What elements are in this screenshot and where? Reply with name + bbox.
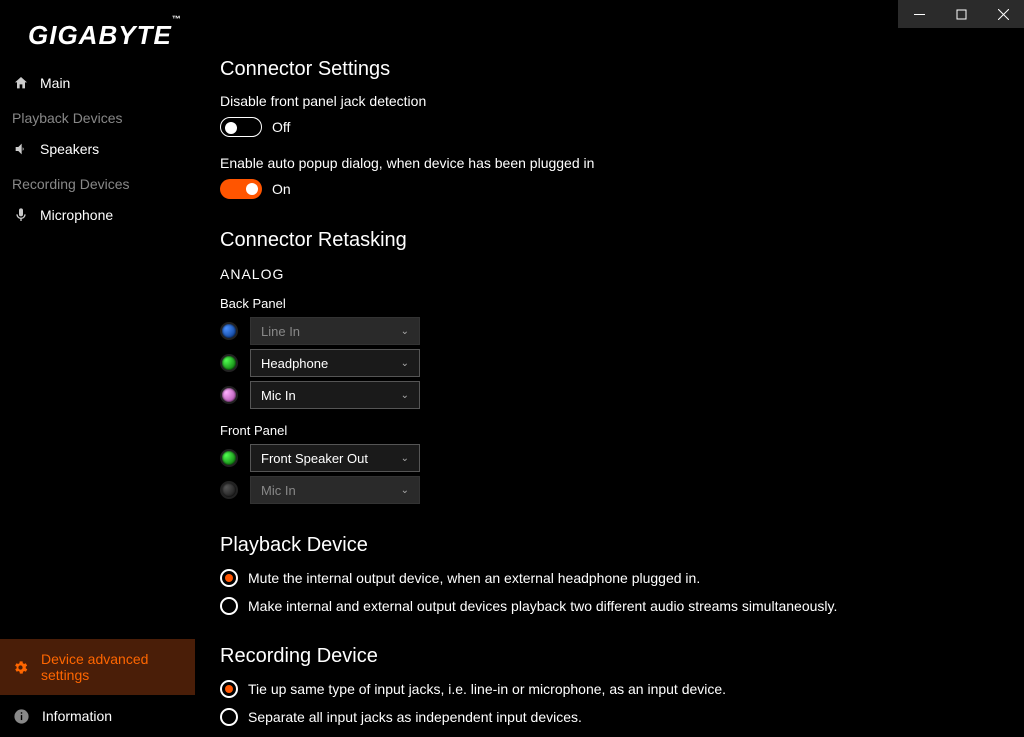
section-title: Playback Device <box>220 534 994 557</box>
analog-subhead: ANALOG <box>220 266 994 282</box>
brand-logo: GIGABYTE™ <box>28 20 182 51</box>
sidebar-item-label: Speakers <box>40 141 99 157</box>
section-connector-settings: Connector Settings Disable front panel j… <box>220 58 994 199</box>
back-panel-label: Back Panel <box>220 296 994 311</box>
chevron-down-icon: ⌄ <box>401 453 409 464</box>
home-icon <box>12 74 30 92</box>
dropdown-mic-in[interactable]: Mic In ⌄ <box>250 381 420 409</box>
nav-device-advanced-settings[interactable]: Device advanced settings <box>0 639 195 695</box>
info-icon <box>12 707 30 725</box>
section-title: Recording Device <box>220 645 994 668</box>
speaker-icon <box>12 140 30 158</box>
nav-label: Information <box>42 708 112 724</box>
dropdown-value: Mic In <box>261 388 296 403</box>
sidebar-item-label: Main <box>40 75 70 91</box>
chevron-down-icon: ⌄ <box>401 485 409 496</box>
section-playback-device: Playback Device Mute the internal output… <box>220 534 994 615</box>
toggle-disable-front-jack[interactable] <box>220 117 262 137</box>
section-title: Connector Retasking <box>220 229 994 252</box>
radio-label: Tie up same type of input jacks, i.e. li… <box>248 681 726 697</box>
jack-blue-icon <box>220 322 238 340</box>
sidebar: Main Playback Devices Speakers Recording… <box>0 66 195 232</box>
dropdown-headphone[interactable]: Headphone ⌄ <box>250 349 420 377</box>
dropdown-value: Line In <box>261 324 300 339</box>
section-title: Connector Settings <box>220 58 994 81</box>
radio-recording-tie[interactable] <box>220 680 238 698</box>
microphone-icon <box>12 206 30 224</box>
jack-green-icon <box>220 354 238 372</box>
jack-green-icon <box>220 449 238 467</box>
radio-recording-separate[interactable] <box>220 708 238 726</box>
sidebar-item-microphone[interactable]: Microphone <box>0 198 195 232</box>
radio-playback-separate[interactable] <box>220 597 238 615</box>
sidebar-item-label: Microphone <box>40 207 113 223</box>
sidebar-item-main[interactable]: Main <box>0 66 195 100</box>
sidebar-header-recording: Recording Devices <box>0 166 195 198</box>
dropdown-line-in[interactable]: Line In ⌄ <box>250 317 420 345</box>
close-button[interactable] <box>982 0 1024 28</box>
sidebar-header-playback: Playback Devices <box>0 100 195 132</box>
disable-front-jack-label: Disable front panel jack detection <box>220 93 994 109</box>
dropdown-value: Front Speaker Out <box>261 451 368 466</box>
dropdown-front-speaker[interactable]: Front Speaker Out ⌄ <box>250 444 420 472</box>
auto-popup-label: Enable auto popup dialog, when device ha… <box>220 155 994 171</box>
bottom-nav: Device advanced settings Information <box>0 639 195 737</box>
radio-playback-mute[interactable] <box>220 569 238 587</box>
dropdown-value: Headphone <box>261 356 328 371</box>
chevron-down-icon: ⌄ <box>401 326 409 337</box>
radio-label: Mute the internal output device, when an… <box>248 570 700 586</box>
nav-information[interactable]: Information <box>0 695 195 737</box>
dropdown-front-mic-in[interactable]: Mic In ⌄ <box>250 476 420 504</box>
gear-icon <box>12 658 29 676</box>
jack-pink-icon <box>220 386 238 404</box>
minimize-button[interactable] <box>898 0 940 28</box>
sidebar-item-speakers[interactable]: Speakers <box>0 132 195 166</box>
jack-dark-icon <box>220 481 238 499</box>
toggle-auto-popup[interactable] <box>220 179 262 199</box>
radio-label: Separate all input jacks as independent … <box>248 709 582 725</box>
section-recording-device: Recording Device Tie up same type of inp… <box>220 645 994 726</box>
toggle-state: On <box>272 181 291 197</box>
window-titlebar <box>898 0 1024 28</box>
dropdown-value: Mic In <box>261 483 296 498</box>
chevron-down-icon: ⌄ <box>401 390 409 401</box>
maximize-button[interactable] <box>940 0 982 28</box>
main-content: Connector Settings Disable front panel j… <box>220 58 994 737</box>
toggle-state: Off <box>272 119 290 135</box>
chevron-down-icon: ⌄ <box>401 358 409 369</box>
section-connector-retasking: Connector Retasking ANALOG Back Panel Li… <box>220 229 994 504</box>
nav-label: Device advanced settings <box>41 651 183 683</box>
radio-label: Make internal and external output device… <box>248 598 837 614</box>
front-panel-label: Front Panel <box>220 423 994 438</box>
